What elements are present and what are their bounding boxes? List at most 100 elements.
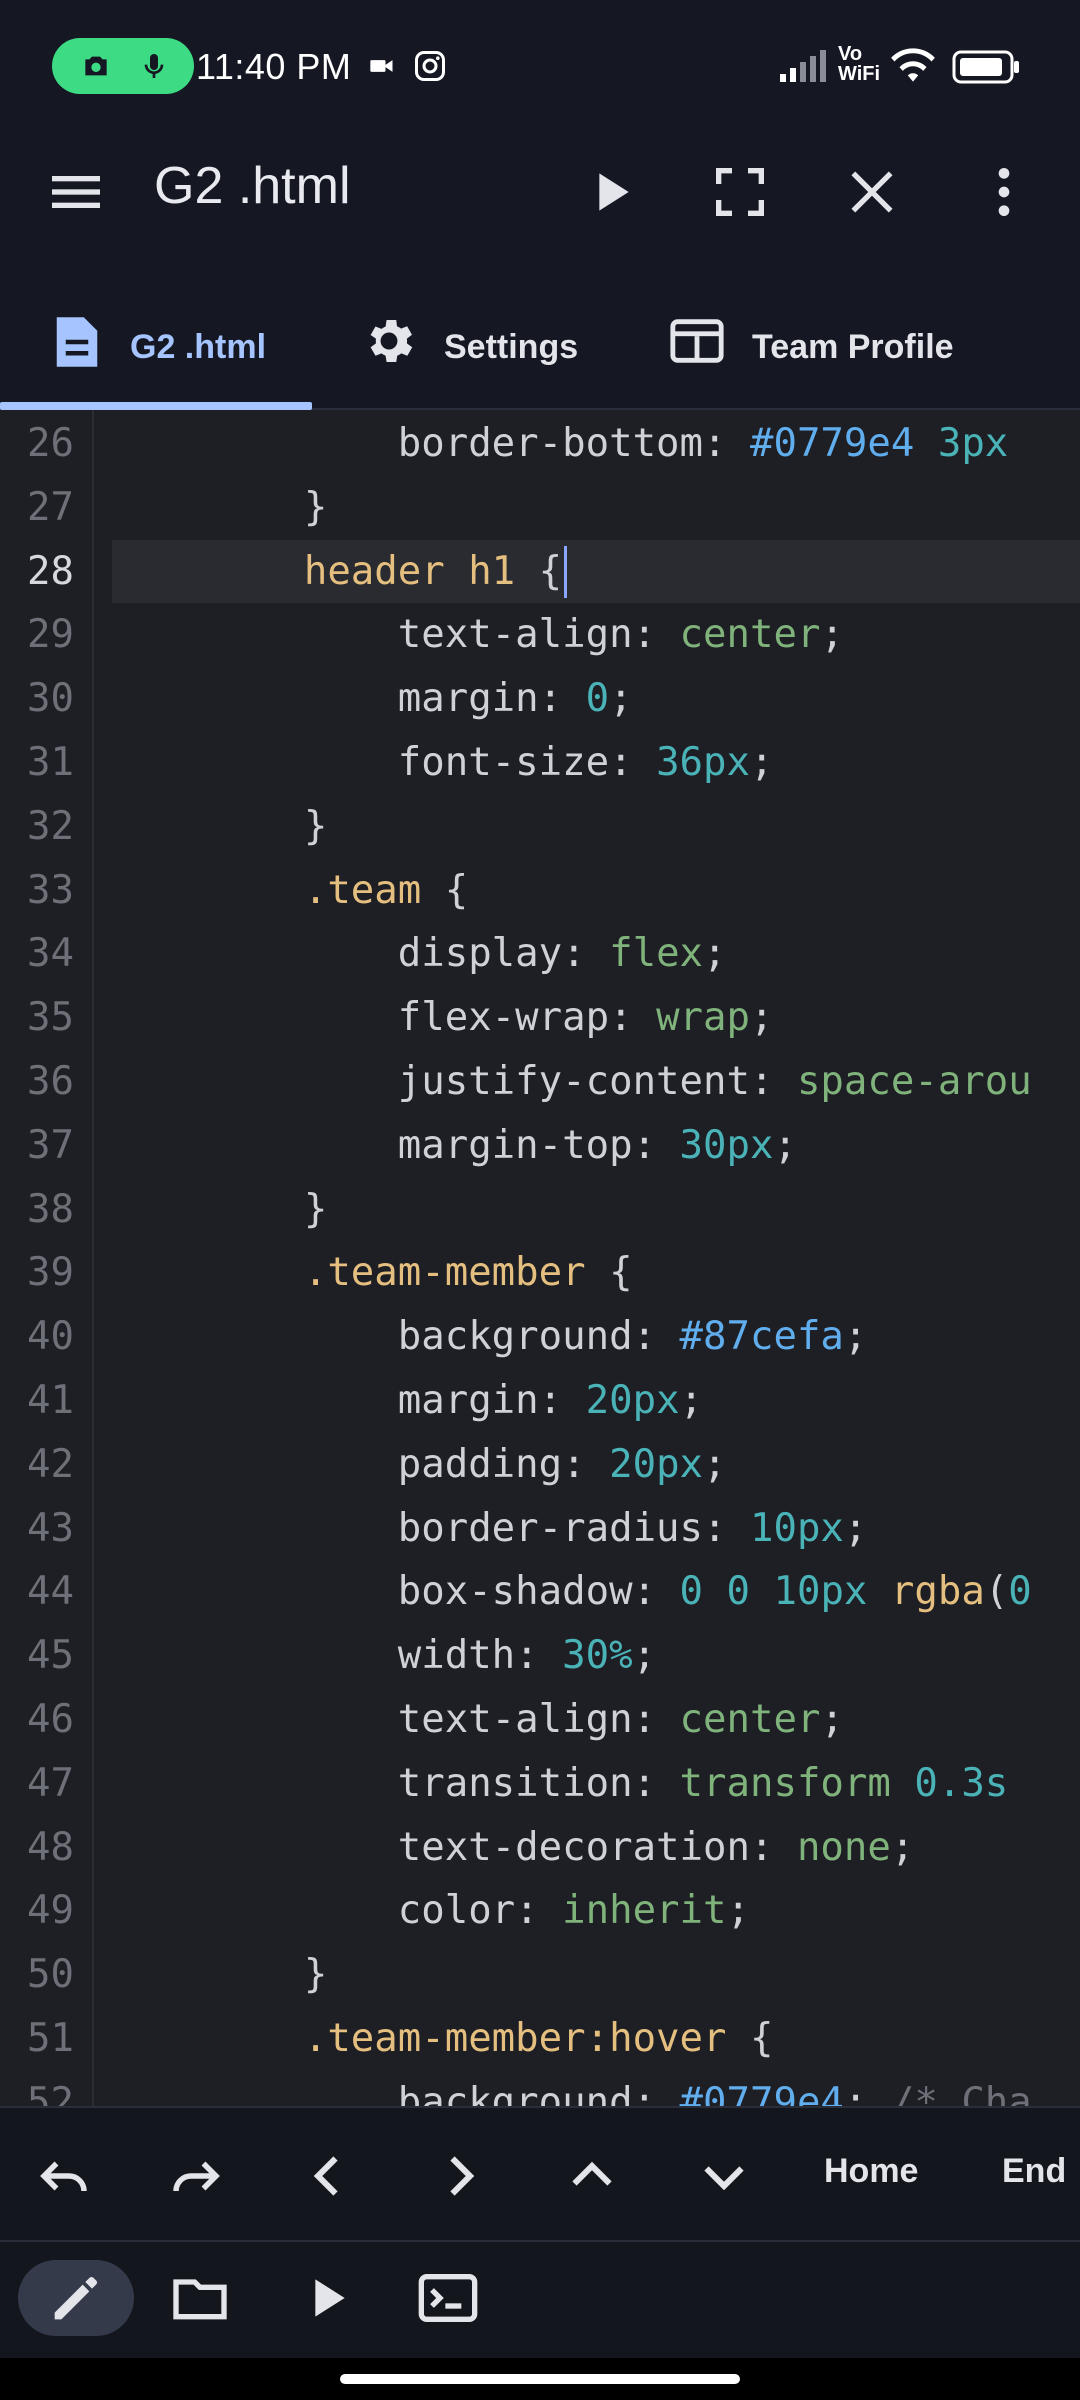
line-number: 45 — [27, 1633, 74, 1679]
code-text[interactable]: background: #0779e4; /* Cha — [116, 2071, 1032, 2106]
code-text[interactable]: border-radius: 10px; — [116, 1497, 868, 1561]
code-line[interactable]: 31 font-size: 36px; — [0, 731, 1080, 795]
chevron-right-icon[interactable] — [430, 2146, 490, 2206]
active-tab-indicator — [0, 402, 312, 410]
code-line[interactable]: 32 } — [0, 795, 1080, 859]
terminal-icon[interactable] — [416, 2266, 480, 2330]
code-line[interactable]: 52 background: #0779e4; /* Cha — [0, 2071, 1080, 2106]
code-text[interactable]: text-decoration: none; — [116, 1816, 915, 1880]
code-text[interactable]: display: flex; — [116, 922, 727, 986]
code-editor[interactable]: 26 border-bottom: #0779e4 3px 27 } 28 head… — [0, 410, 1080, 2106]
code-line[interactable]: 38 } — [0, 1178, 1080, 1242]
code-line[interactable]: 29 text-align: center; — [0, 603, 1080, 667]
line-number: 41 — [27, 1378, 74, 1423]
tab-bar: G2 .html Settings Team Profile — [0, 252, 1080, 410]
code-text[interactable]: border-bottom: #0779e4 3px — [116, 412, 1009, 476]
folder-icon[interactable] — [168, 2266, 232, 2330]
code-line[interactable]: 33 .team { — [0, 859, 1080, 923]
code-line[interactable]: 35 flex-wrap: wrap; — [0, 986, 1080, 1050]
code-line[interactable]: 43 border-radius: 10px; — [0, 1497, 1080, 1561]
code-line[interactable]: 42 padding: 20px; — [0, 1433, 1080, 1497]
line-number: 28 — [27, 548, 74, 594]
fullscreen-icon[interactable] — [708, 160, 772, 224]
code-text[interactable]: font-size: 36px; — [116, 731, 774, 795]
code-line[interactable]: 30 margin: 0; — [0, 667, 1080, 731]
code-line[interactable]: 37 margin-top: 30px; — [0, 1114, 1080, 1178]
chevron-left-icon[interactable] — [298, 2146, 358, 2206]
code-line[interactable]: 39 .team-member { — [0, 1241, 1080, 1305]
line-number: 39 — [27, 1250, 74, 1296]
code-line[interactable]: 41 margin: 20px; — [0, 1369, 1080, 1433]
undo-icon[interactable] — [34, 2146, 94, 2206]
code-text[interactable]: text-align: center; — [116, 1688, 844, 1752]
chevron-down-icon[interactable] — [694, 2146, 754, 2206]
code-line[interactable]: 51 .team-member:hover { — [0, 2007, 1080, 2071]
line-number: 44 — [27, 1569, 74, 1615]
extra-keys-bar: Home End — [0, 2106, 1080, 2242]
code-line[interactable]: 48 text-decoration: none; — [0, 1816, 1080, 1880]
play-icon[interactable] — [578, 160, 642, 224]
app-title: G2 .html — [154, 157, 351, 215]
code-text[interactable]: } — [116, 1943, 327, 2007]
code-text[interactable]: .team-member:hover { — [116, 2007, 774, 2071]
close-icon[interactable] — [840, 160, 904, 224]
tab-g2-html[interactable]: G2 .html — [50, 312, 266, 402]
line-number: 46 — [27, 1697, 74, 1742]
chevron-up-icon[interactable] — [562, 2146, 622, 2206]
code-text[interactable]: color: inherit; — [116, 1879, 750, 1943]
code-line[interactable]: 34 display: flex; — [0, 922, 1080, 986]
vowifi-bottom: WiFi — [838, 63, 881, 85]
home-key[interactable]: Home — [824, 2152, 918, 2191]
redo-icon[interactable] — [166, 2146, 226, 2206]
code-text[interactable]: margin-top: 30px; — [116, 1114, 797, 1178]
battery-icon — [952, 50, 1019, 84]
code-text[interactable]: margin: 20px; — [116, 1369, 703, 1433]
code-line[interactable]: 46 text-align: center; — [0, 1688, 1080, 1752]
line-number: 49 — [27, 1888, 74, 1934]
code-text[interactable]: padding: 20px; — [116, 1433, 727, 1497]
app-bar: G2 .html — [0, 132, 1080, 252]
code-text[interactable]: margin: 0; — [116, 667, 633, 731]
code-text[interactable]: background: #87cefa; — [116, 1305, 868, 1369]
code-line[interactable]: 44 box-shadow: 0 0 10px rgba(0 — [0, 1560, 1080, 1624]
code-text[interactable]: } — [116, 795, 327, 859]
file-icon — [56, 317, 98, 367]
line-number: 33 — [27, 867, 74, 913]
code-line[interactable]: 45 width: 30%; — [0, 1624, 1080, 1688]
code-text[interactable]: justify-content: space-arou — [116, 1050, 1032, 1114]
code-text[interactable]: .team-member { — [116, 1241, 633, 1305]
code-line[interactable]: 47 transition: transform 0.3s — [0, 1752, 1080, 1816]
edit-mode-button[interactable] — [18, 2260, 134, 2336]
code-text[interactable]: width: 30%; — [116, 1624, 656, 1688]
run-icon[interactable] — [294, 2266, 358, 2330]
code-text[interactable]: } — [116, 1178, 327, 1242]
vowifi-indicator: Vo WiFi — [838, 44, 880, 84]
line-number: 27 — [27, 484, 74, 530]
tab-team-profile[interactable]: Team Profile — [668, 312, 954, 402]
wifi-icon — [891, 48, 935, 82]
tab-settings[interactable]: Settings — [360, 312, 578, 402]
code-line[interactable]: 40 background: #87cefa; — [0, 1305, 1080, 1369]
menu-icon[interactable] — [44, 160, 108, 224]
code-line[interactable]: 27 } — [0, 476, 1080, 540]
code-text[interactable]: } — [116, 476, 327, 540]
line-number: 52 — [27, 2079, 74, 2106]
code-text[interactable]: .team { — [116, 859, 468, 923]
signal-icon — [780, 50, 826, 82]
code-text[interactable]: flex-wrap: wrap; — [116, 986, 774, 1050]
recording-indicator[interactable] — [52, 38, 194, 94]
code-text[interactable]: box-shadow: 0 0 10px rgba(0 — [116, 1560, 1032, 1624]
code-line[interactable]: 28 header h1 { — [0, 539, 1080, 604]
code-line[interactable]: 26 border-bottom: #0779e4 3px — [0, 412, 1080, 476]
code-line[interactable]: 49 color: inherit; — [0, 1879, 1080, 1943]
code-text[interactable]: transition: transform 0.3s — [116, 1752, 1009, 1816]
more-vert-icon[interactable] — [972, 160, 1036, 224]
code-text[interactable]: header h1 { — [116, 540, 562, 604]
end-key[interactable]: End — [1002, 2152, 1066, 2191]
code-line[interactable]: 50 } — [0, 1943, 1080, 2007]
code-text[interactable]: text-align: center; — [116, 603, 844, 667]
line-number: 40 — [27, 1314, 74, 1360]
home-indicator[interactable] — [340, 2374, 740, 2384]
code-line[interactable]: 36 justify-content: space-arou — [0, 1050, 1080, 1114]
line-number: 32 — [27, 803, 74, 849]
